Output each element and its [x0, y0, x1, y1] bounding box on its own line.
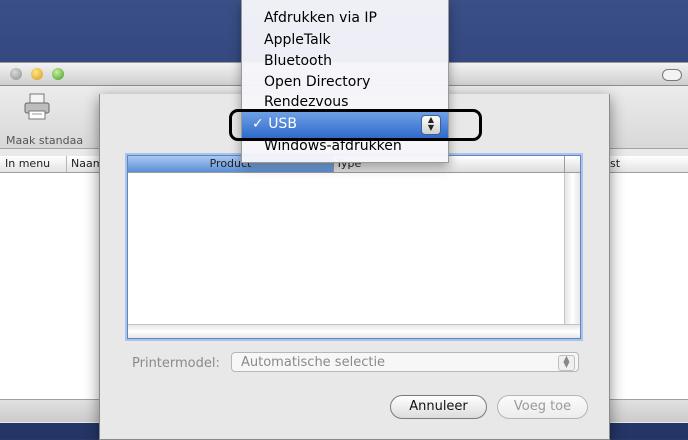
- toolbar-toggle-icon[interactable]: [662, 69, 682, 81]
- column-in-menu[interactable]: In menu: [5, 157, 50, 170]
- menu-item-open-directory[interactable]: Open Directory: [264, 74, 370, 90]
- printer-model-value: Automatische selectie: [241, 355, 386, 370]
- printer-icon[interactable]: [22, 92, 52, 122]
- printer-model-label: Printermodel:: [132, 356, 220, 371]
- menu-item-windows-printing[interactable]: Windows-afdrukken: [264, 140, 402, 154]
- select-arrows-icon: ▲ ▼: [558, 355, 575, 371]
- printer-browser-table[interactable]: Product Type: [127, 155, 581, 339]
- add-button[interactable]: Voeg toe: [497, 395, 588, 419]
- minimize-window-icon[interactable]: [31, 68, 43, 80]
- vertical-scrollbar[interactable]: [564, 173, 580, 324]
- column-divider: [66, 156, 67, 172]
- horizontal-scrollbar[interactable]: [128, 324, 580, 338]
- menu-item-ip-printing[interactable]: Afdrukken via IP: [264, 10, 377, 26]
- column-status[interactable]: st: [610, 157, 620, 170]
- menu-item-rendezvous[interactable]: Rendezvous: [264, 94, 348, 108]
- make-default-label[interactable]: Maak standaa: [6, 134, 83, 147]
- close-window-icon[interactable]: [10, 68, 22, 80]
- zoom-window-icon[interactable]: [52, 68, 64, 80]
- menu-item-bluetooth[interactable]: Bluetooth: [264, 53, 332, 69]
- printer-model-select[interactable]: Automatische selectie ▲ ▼: [231, 352, 579, 372]
- column-divider: [564, 156, 565, 172]
- menu-item-appletalk[interactable]: AppleTalk: [264, 32, 331, 48]
- highlight-callout: [229, 109, 482, 141]
- cancel-button[interactable]: Annuleer: [390, 395, 487, 419]
